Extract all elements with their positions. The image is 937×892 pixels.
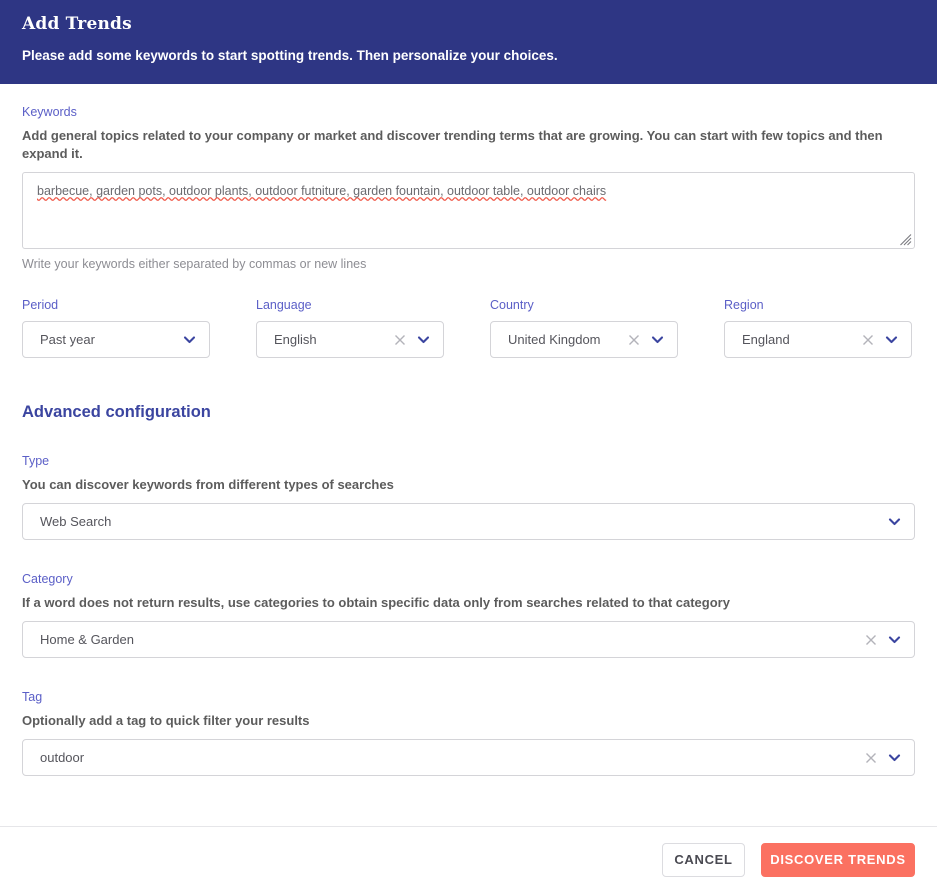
dialog-header: Add Trends Please add some keywords to s… [0, 0, 937, 84]
country-label: Country [490, 298, 534, 312]
keywords-input-value: barbecue, garden pots, outdoor plants, o… [37, 184, 607, 198]
close-icon[interactable] [863, 632, 879, 648]
region-value: England [742, 332, 790, 347]
period-value: Past year [40, 332, 95, 347]
filter-country: Country United Kingdom [490, 298, 678, 358]
country-select[interactable]: United Kingdom [490, 321, 678, 358]
keywords-label: Keywords [22, 105, 77, 119]
tag-label: Tag [22, 690, 43, 704]
dialog-body: Keywords Add general topics related to y… [0, 84, 937, 826]
dialog-subtitle: Please add some keywords to start spotti… [22, 48, 558, 63]
tag-select[interactable]: outdoor [22, 739, 915, 776]
resize-grip-icon[interactable] [899, 233, 912, 246]
region-select[interactable]: England [724, 321, 912, 358]
language-value: English [274, 332, 317, 347]
chevron-down-icon[interactable] [886, 749, 903, 766]
close-icon[interactable] [392, 332, 408, 348]
category-label: Category [22, 572, 73, 586]
tag-value: outdoor [40, 750, 85, 765]
category-value: Home & Garden [40, 632, 134, 647]
dialog-footer: CANCEL DISCOVER TRENDS [0, 826, 937, 892]
period-select[interactable]: Past year [22, 321, 210, 358]
cancel-button[interactable]: CANCEL [662, 842, 745, 877]
chevron-down-icon[interactable] [415, 331, 432, 348]
tag-description: Optionally add a tag to quick filter you… [22, 713, 310, 728]
type-label: Type [22, 454, 50, 468]
page-title: Add Trends [22, 14, 132, 34]
period-label: Period [22, 298, 59, 312]
close-icon[interactable] [626, 332, 642, 348]
country-value: United Kingdom [508, 332, 601, 347]
advanced-configuration-title: Advanced configuration [22, 403, 211, 421]
close-icon[interactable] [863, 750, 879, 766]
region-label: Region [724, 298, 764, 312]
chevron-down-icon[interactable] [886, 513, 903, 530]
keywords-input[interactable]: barbecue, garden pots, outdoor plants, o… [22, 172, 915, 249]
type-description: You can discover keywords from different… [22, 477, 394, 492]
add-trends-dialog: Add Trends Please add some keywords to s… [0, 0, 937, 892]
chevron-down-icon[interactable] [649, 331, 666, 348]
chevron-down-icon[interactable] [886, 631, 903, 648]
type-select[interactable]: Web Search [22, 503, 915, 540]
language-label: Language [256, 298, 312, 312]
filter-period: Period Past year [22, 298, 210, 358]
filter-region: Region England [724, 298, 912, 358]
type-value: Web Search [40, 514, 112, 529]
chevron-down-icon[interactable] [181, 331, 198, 348]
filters-row: Period Past year Language English Countr… [22, 298, 915, 358]
keywords-hint: Write your keywords either separated by … [22, 257, 367, 271]
discover-trends-button[interactable]: DISCOVER TRENDS [761, 842, 915, 877]
field-tag: Tag Optionally add a tag to quick filter… [22, 690, 915, 776]
language-select[interactable]: English [256, 321, 444, 358]
filter-language: Language English [256, 298, 444, 358]
field-category: Category If a word does not return resul… [22, 572, 915, 658]
chevron-down-icon[interactable] [883, 331, 900, 348]
keywords-description: Add general topics related to your compa… [22, 128, 883, 161]
category-select[interactable]: Home & Garden [22, 621, 915, 658]
close-icon[interactable] [860, 332, 876, 348]
category-description: If a word does not return results, use c… [22, 595, 730, 610]
field-type: Type You can discover keywords from diff… [22, 454, 915, 540]
